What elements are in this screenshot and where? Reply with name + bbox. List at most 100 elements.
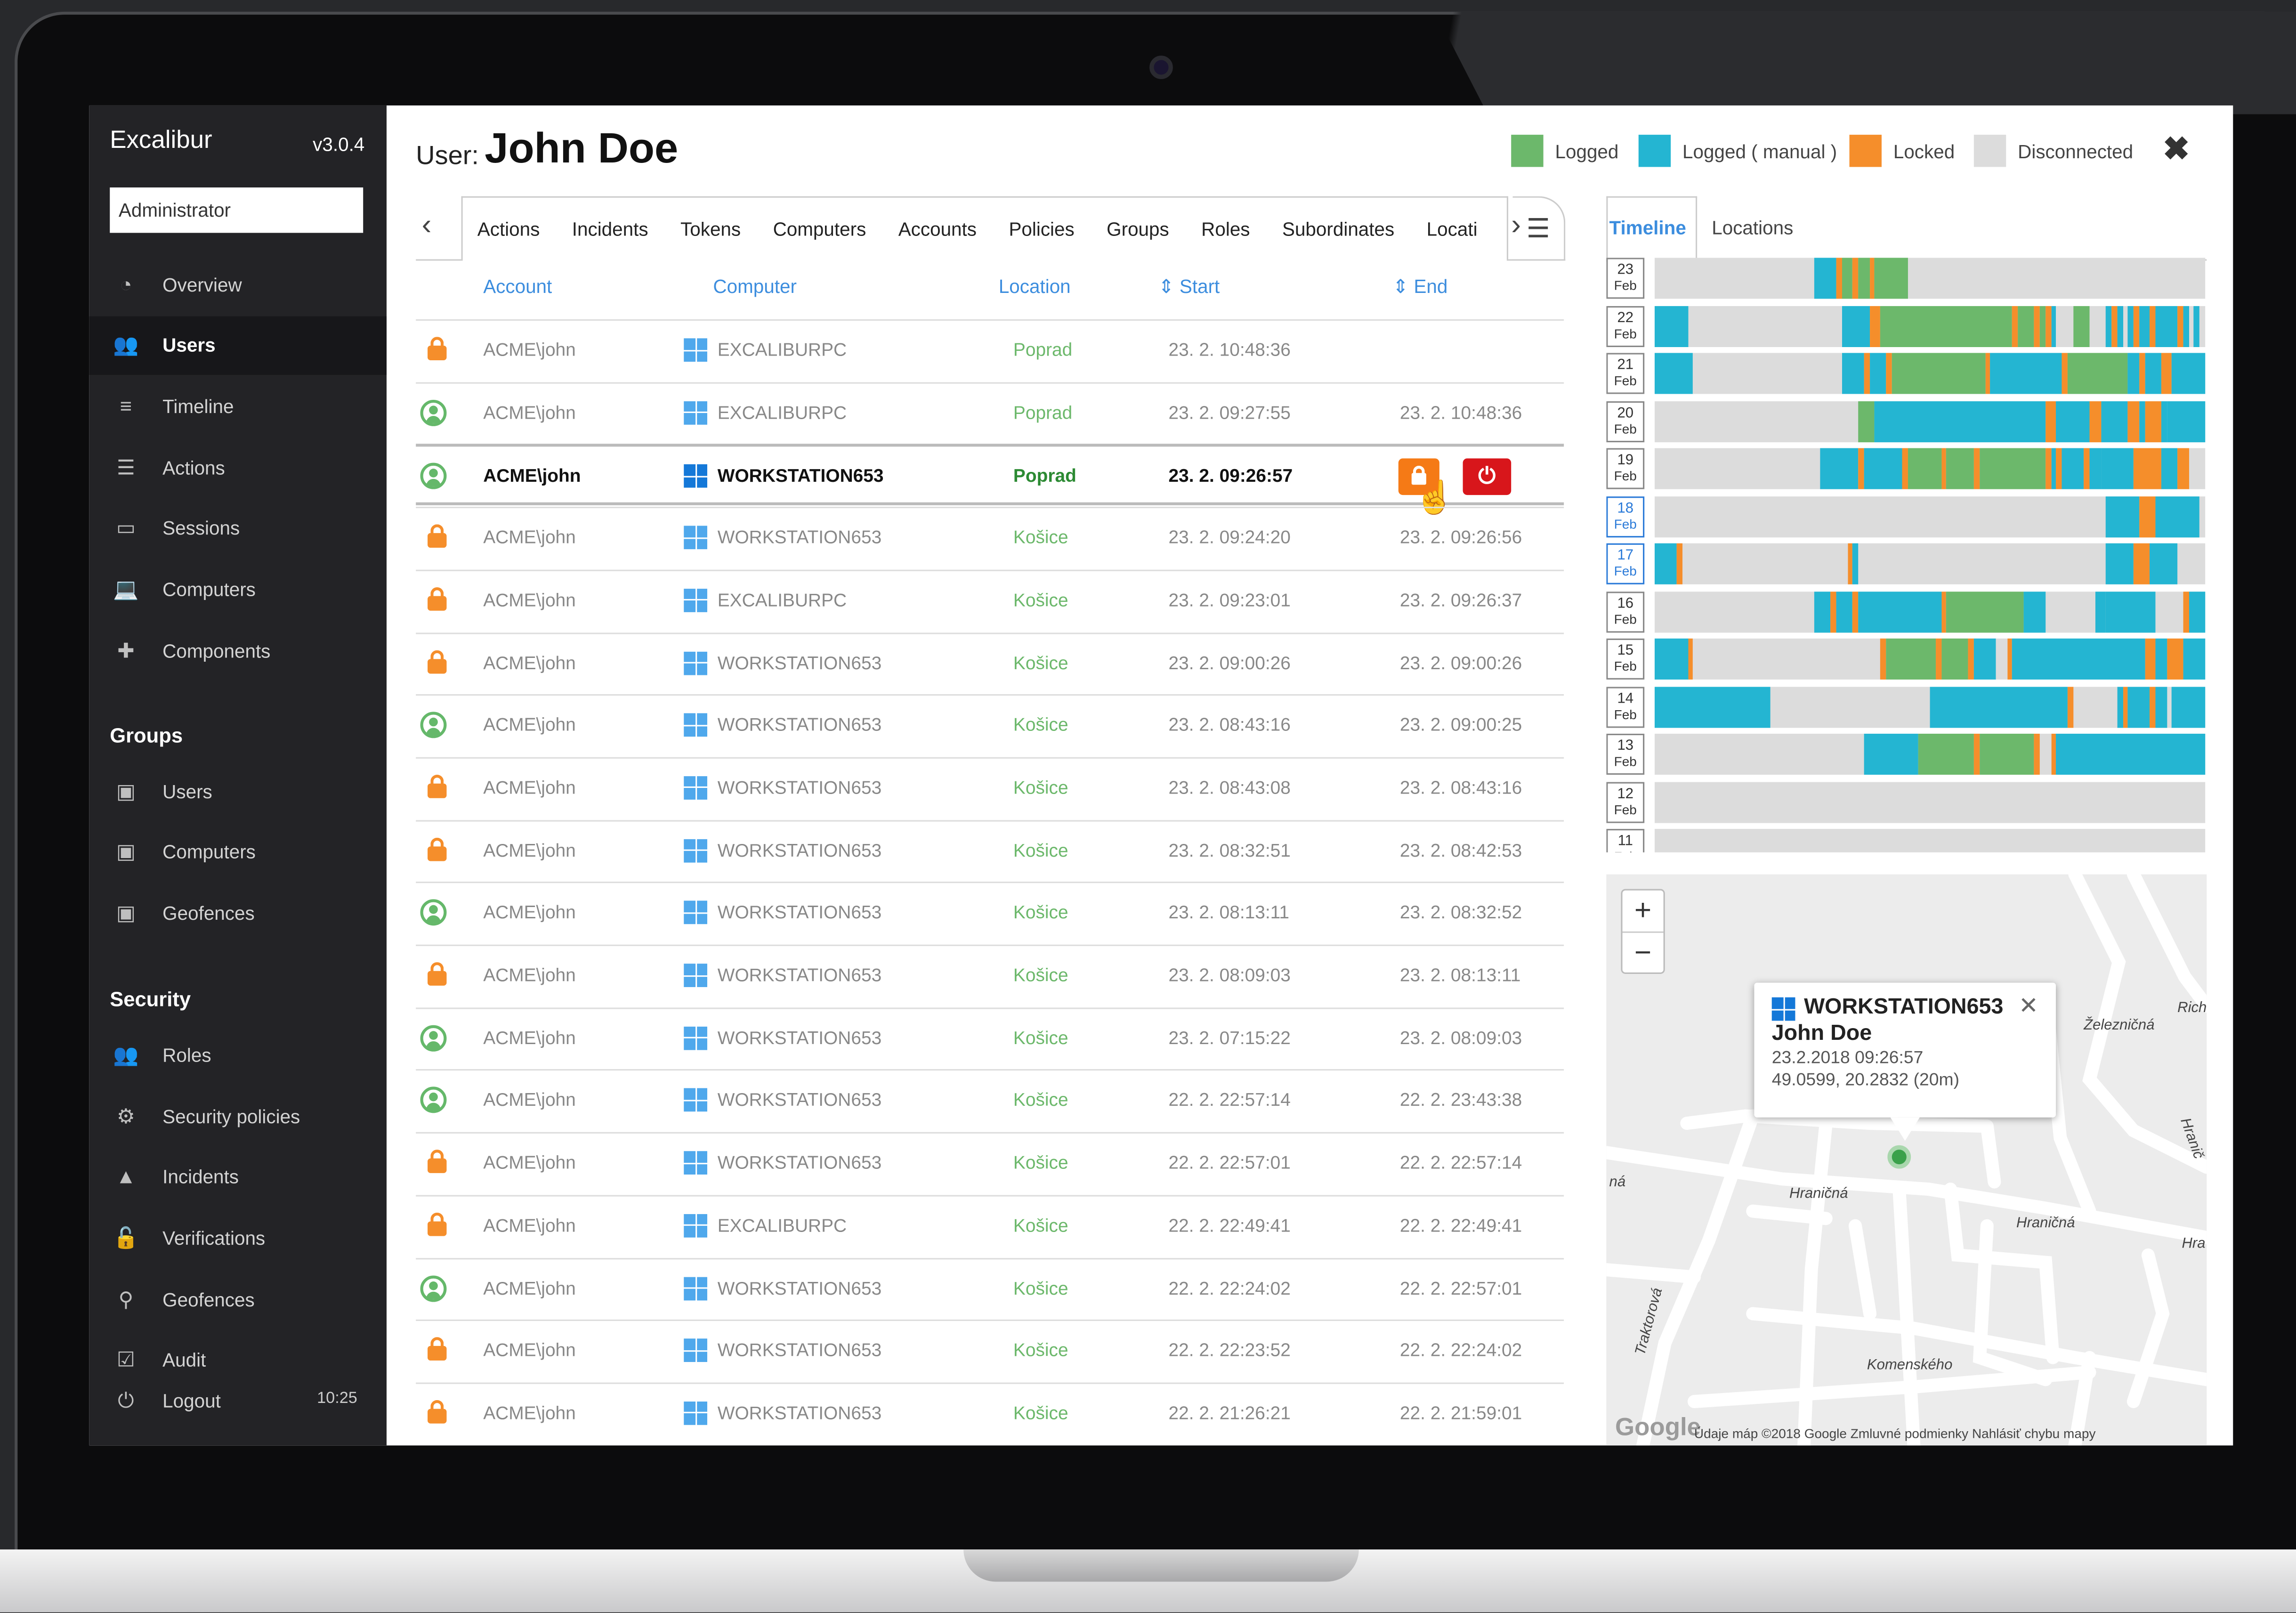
- timeline-segment[interactable]: [2073, 305, 2090, 347]
- timeline-segment[interactable]: [2194, 305, 2200, 347]
- timeline-segment[interactable]: [1864, 733, 1919, 775]
- timeline-segment[interactable]: [2139, 495, 2156, 537]
- timeline-segment[interactable]: [2045, 448, 2051, 489]
- timeline-segment[interactable]: [2084, 448, 2090, 489]
- timeline-segment[interactable]: [1858, 400, 1875, 442]
- sidebar-item-incidents[interactable]: ▲ Incidents: [89, 1147, 387, 1205]
- timeline-segment[interactable]: [1688, 638, 1693, 680]
- tab-actions[interactable]: Actions: [477, 218, 540, 240]
- table-row[interactable]: ACME\john WORKSTATION653 Košice 22. 2. 22:5…: [416, 1132, 1564, 1194]
- timeline-day-label[interactable]: 12 Feb: [1606, 781, 1645, 823]
- timeline-segment[interactable]: [1814, 258, 1836, 299]
- timeline-segment[interactable]: [1852, 591, 1859, 632]
- table-row[interactable]: ACME\john EXCALIBURPC Košice 22. 2. 22:49:4…: [416, 1194, 1564, 1256]
- timeline-segment[interactable]: [2144, 400, 2161, 442]
- timeline-segment[interactable]: [1930, 686, 2068, 727]
- timeline-day-label[interactable]: 20 Feb: [1606, 400, 1645, 442]
- table-row[interactable]: ACME\john WORKSTATION653 Košice 22. 2. 22:5…: [416, 1070, 1564, 1131]
- logoff-button[interactable]: ⏻: [1463, 459, 1512, 496]
- timeline-bar[interactable]: [1654, 781, 2206, 823]
- timeline-segment[interactable]: [2034, 733, 2040, 775]
- timeline-segment[interactable]: [1974, 448, 1980, 489]
- timeline-segment[interactable]: [2155, 305, 2178, 347]
- timeline-segment[interactable]: [1852, 258, 1859, 299]
- timeline-bar[interactable]: [1654, 543, 2206, 584]
- table-row[interactable]: ACME\john WORKSTATION653 Košice 23. 2. 07:1…: [416, 1007, 1564, 1069]
- tab-incidents[interactable]: Incidents: [572, 218, 648, 240]
- timeline-day-label[interactable]: 15 Feb: [1606, 638, 1645, 680]
- timeline-segment[interactable]: [1886, 638, 1936, 680]
- timeline-bar[interactable]: [1654, 591, 2206, 632]
- table-row[interactable]: ACME\john WORKSTATION653 Košice 23. 2. 08:4…: [416, 757, 1564, 819]
- zoom-in-button[interactable]: +: [1623, 891, 1664, 932]
- timeline-segment[interactable]: [1974, 638, 1996, 680]
- timeline-segment[interactable]: [2056, 400, 2090, 442]
- timeline-bar[interactable]: [1654, 495, 2206, 537]
- timeline-segment[interactable]: [1979, 448, 2046, 489]
- role-selector[interactable]: Administrator: [110, 187, 364, 233]
- col-computer[interactable]: Computer: [713, 276, 796, 298]
- tab-accounts[interactable]: Accounts: [898, 218, 977, 240]
- tab-locati[interactable]: Locati: [1427, 218, 1478, 240]
- timeline-day-label[interactable]: 23 Feb: [1606, 258, 1645, 299]
- timeline-segment[interactable]: [1869, 305, 1881, 347]
- timeline-segment[interactable]: [1842, 353, 1864, 394]
- table-row[interactable]: ACME\john WORKSTATION653 Košice 23. 2. 08:0…: [416, 944, 1564, 1006]
- timeline-segment[interactable]: [1869, 353, 1886, 394]
- sidebar-item-components[interactable]: ✚ Components: [89, 621, 387, 680]
- timeline-segment[interactable]: [1990, 353, 2062, 394]
- table-row[interactable]: ACME\john WORKSTATION653 Košice 22. 2. 22:2…: [416, 1320, 1564, 1381]
- timeline-segment[interactable]: [2056, 448, 2062, 489]
- timeline-segment[interactable]: [2106, 543, 2134, 584]
- timeline-day-label[interactable]: 18 Feb: [1606, 495, 1645, 537]
- timeline-segment[interactable]: [1847, 543, 1853, 584]
- sidebar-item-users[interactable]: 👥 Users: [89, 316, 387, 375]
- timeline-segment[interactable]: [2106, 591, 2156, 632]
- timeline-segment[interactable]: [1968, 638, 1974, 680]
- timeline-day-label[interactable]: 19 Feb: [1606, 448, 1645, 489]
- sidebar-item-geofences[interactable]: ▣ Geofences: [89, 884, 387, 942]
- timeline-segment[interactable]: [1985, 353, 1991, 394]
- timeline-segment[interactable]: [2095, 591, 2106, 632]
- timeline-segment[interactable]: [2045, 305, 2051, 347]
- timeline-segment[interactable]: [2139, 305, 2150, 347]
- timeline-segment[interactable]: [1946, 591, 2024, 632]
- tab-locations[interactable]: Locations: [1712, 217, 1793, 239]
- timeline-segment[interactable]: [1880, 305, 2013, 347]
- sidebar-item-actions[interactable]: ☰ Actions: [89, 438, 387, 496]
- timeline-segment[interactable]: [2167, 400, 2206, 442]
- tabs-scroll-left-icon[interactable]: ‹: [422, 210, 432, 243]
- timeline-segment[interactable]: [1864, 353, 1869, 394]
- timeline-segment[interactable]: [2089, 400, 2101, 442]
- timeline-segment[interactable]: [2134, 543, 2150, 584]
- timeline-segment[interactable]: [2183, 638, 2206, 680]
- timeline-segment[interactable]: [2150, 305, 2156, 347]
- timeline-segment[interactable]: [2144, 353, 2161, 394]
- timeline-segment[interactable]: [2051, 448, 2057, 489]
- timeline-segment[interactable]: [2111, 305, 2118, 347]
- sidebar-item-verifications[interactable]: 🔓 Verifications: [89, 1208, 387, 1267]
- timeline-segment[interactable]: [2122, 686, 2128, 727]
- timeline-segment[interactable]: [2062, 353, 2068, 394]
- location-marker[interactable]: [1887, 1145, 1911, 1169]
- timeline-segment[interactable]: [1654, 686, 1771, 727]
- timeline-segment[interactable]: [2089, 448, 2101, 489]
- timeline-segment[interactable]: [1974, 733, 1980, 775]
- timeline-segment[interactable]: [1654, 638, 1688, 680]
- timeline-segment[interactable]: [2161, 400, 2167, 442]
- sidebar-item-security-policies[interactable]: ⚙ Security policies: [89, 1086, 387, 1145]
- timeline-bar[interactable]: [1654, 258, 2206, 299]
- tab-computers[interactable]: Computers: [773, 218, 866, 240]
- timeline-segment[interactable]: [2139, 400, 2145, 442]
- timeline-segment[interactable]: [1864, 448, 1903, 489]
- timeline-segment[interactable]: [2106, 495, 2139, 537]
- timeline-segment[interactable]: [1940, 638, 1969, 680]
- timeline-segment[interactable]: [2155, 638, 2167, 680]
- timeline-segment[interactable]: [1858, 448, 1864, 489]
- sidebar-item-timeline[interactable]: ≡ Timeline: [89, 377, 387, 435]
- location-map[interactable]: + − Železničná Hraničná Hraničná Komensk…: [1606, 874, 2207, 1446]
- timeline-segment[interactable]: [2134, 448, 2161, 489]
- timeline-segment[interactable]: [1886, 353, 1892, 394]
- timeline-segment[interactable]: [1880, 638, 1886, 680]
- timeline-segment[interactable]: [2056, 733, 2206, 775]
